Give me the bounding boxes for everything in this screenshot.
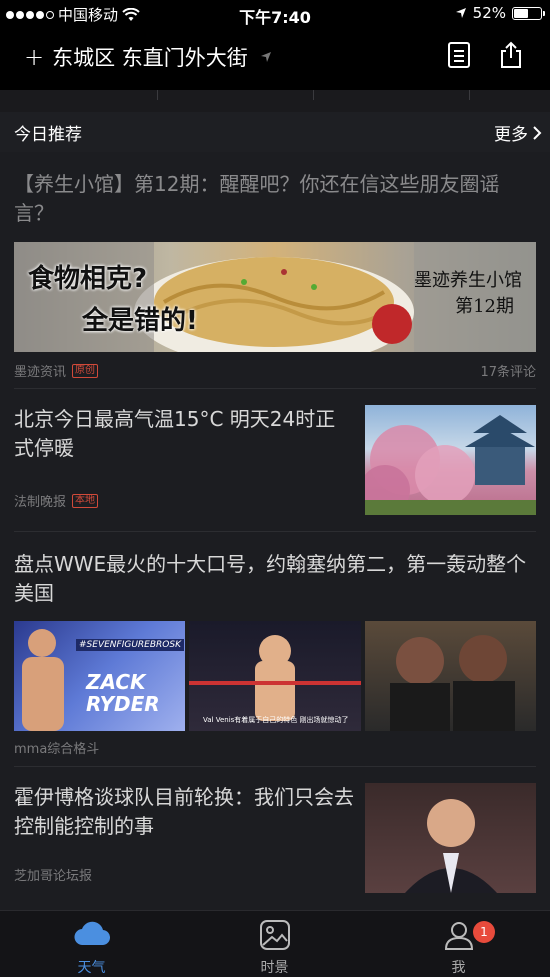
more-label: 更多 xyxy=(494,125,528,145)
tab-weather[interactable]: 天气 xyxy=(0,911,183,977)
photo-icon xyxy=(259,920,290,950)
temple-blossom-image xyxy=(365,415,536,515)
person-icon xyxy=(444,922,473,950)
share-icon[interactable] xyxy=(496,40,526,70)
article-meta: 法制晚报 本地 xyxy=(14,491,99,510)
wrestlers-portrait-image xyxy=(390,635,515,731)
tab-scenes[interactable]: 时景 xyxy=(183,911,366,977)
tab-me[interactable]: 1 我 xyxy=(367,911,550,977)
banner-issue: 第12期 xyxy=(455,296,514,317)
battery-percent: 52% xyxy=(472,4,506,22)
plus-icon[interactable]: + xyxy=(24,43,44,71)
location-arrow-icon xyxy=(260,52,271,62)
article-source: 芝加哥论坛报 xyxy=(14,869,93,884)
article-meta: 芝加哥论坛报 xyxy=(14,865,92,884)
location-name: 东城区 东直门外大街 xyxy=(52,46,248,70)
coach-portrait-image xyxy=(405,799,497,893)
banner-headline-1: 食物相克? xyxy=(28,264,148,294)
article-source: 法制晚报 xyxy=(14,495,67,510)
image-caption-hashtag: #SEVENFIGUREBROSK xyxy=(76,639,184,651)
article-tag: 原创 xyxy=(72,363,99,378)
article-source: mma综合格斗 xyxy=(14,742,100,757)
article-comments: 17条评论 xyxy=(480,365,536,380)
article-meta: mma综合格斗 xyxy=(14,738,99,757)
status-bar: 中国移动 下午7:40 52% xyxy=(0,0,550,28)
section-header: 今日推荐 更多 xyxy=(0,112,550,152)
article-thumbnail xyxy=(365,783,536,893)
article-card[interactable]: 盘点WWE最火的十大口号，约翰塞纳第二，第一轰动整个美国 #SEVENFIGUR… xyxy=(0,532,550,764)
article-title: 霍伊博格谈球队目前轮换：我们只会去控制能控制的事 xyxy=(14,785,354,838)
chevron-right-icon xyxy=(533,125,542,140)
article-image-3 xyxy=(365,621,536,731)
location-selector[interactable]: + 东城区 东直门外大街 xyxy=(24,42,272,72)
header: + 东城区 东直门外大街 xyxy=(0,28,550,90)
article-card[interactable]: 【养生小馆】第12期：醒醒吧？你还在信这些朋友圈谣言？ 食物相克? 全是错的! … xyxy=(0,166,550,388)
section-title: 今日推荐 xyxy=(14,125,82,145)
cloud-icon xyxy=(74,921,110,946)
location-arrow-status-icon xyxy=(455,8,466,18)
image-caption-logo: ZACK RYDER xyxy=(86,670,160,716)
article-card[interactable]: 北京今日最高气温15°C 明天24时正式停暖 法制晚报 本地 xyxy=(0,389,550,531)
wrestler-figure xyxy=(22,629,64,731)
article-title: 北京今日最高气温15°C 明天24时正式停暖 xyxy=(14,407,336,460)
image-caption: Val Venis有着属于自己的特色 刚出场就惊动了 xyxy=(203,716,349,724)
article-meta: 墨迹资讯 原创 xyxy=(14,361,99,380)
tab-bar: 天气 时景 1 我 xyxy=(0,910,550,977)
document-list-icon[interactable] xyxy=(444,40,474,70)
battery-level xyxy=(514,8,528,18)
article-title: 【养生小馆】第12期：醒醒吧？你还在信这些朋友圈谣言？ xyxy=(14,172,500,225)
more-link[interactable]: 更多 xyxy=(494,120,542,145)
banner-brand: 墨迹养生小馆 xyxy=(414,270,522,291)
article-image-2: Val Venis有着属于自己的特色 刚出场就惊动了 xyxy=(189,621,361,731)
article-title: 盘点WWE最火的十大口号，约翰塞纳第二，第一轰动整个美国 xyxy=(14,552,527,605)
article-image-1: #SEVENFIGUREBROSK ZACK RYDER xyxy=(14,621,185,731)
status-right: 52% xyxy=(455,4,545,22)
article-source: 墨迹资讯 xyxy=(14,365,67,380)
article-banner-image: 食物相克? 全是错的! 墨迹养生小馆 第12期 xyxy=(14,242,536,352)
tab-label: 时景 xyxy=(260,960,289,976)
banner-headline-2: 全是错的! xyxy=(82,306,198,336)
article-tag: 本地 xyxy=(72,493,99,508)
article-thumbnail xyxy=(365,405,536,515)
forecast-strip xyxy=(0,90,550,112)
notification-badge: 1 xyxy=(473,921,495,943)
battery-icon xyxy=(512,6,545,20)
article-card[interactable]: 霍伊博格谈球队目前轮换：我们只会去控制能控制的事 芝加哥论坛报 xyxy=(0,767,550,909)
tab-label: 天气 xyxy=(77,960,106,976)
tab-label: 我 xyxy=(451,960,466,976)
